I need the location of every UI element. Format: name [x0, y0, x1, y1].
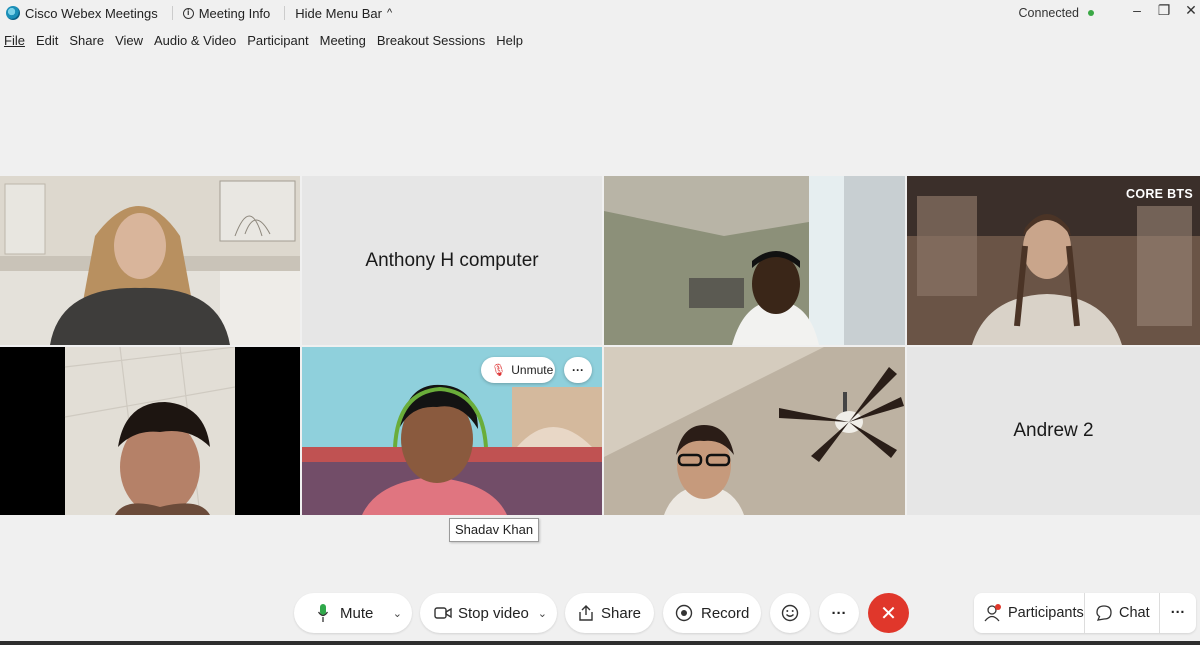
chat-bubble-icon: [1096, 605, 1112, 621]
participant-video-feed: [0, 347, 300, 515]
record-button[interactable]: Record: [663, 593, 761, 633]
participant-name-tooltip: Shadav Khan: [449, 518, 540, 542]
mute-button[interactable]: Mute ⌄: [294, 593, 412, 633]
stop-video-label: Stop video: [458, 604, 529, 622]
minimize-button[interactable]: –: [1127, 2, 1147, 18]
menu-bar: File Edit Share View Audio & Video Parti…: [0, 33, 530, 53]
hide-menu-bar-label: Hide Menu Bar: [295, 5, 382, 21]
participants-button[interactable]: Participants: [974, 604, 1084, 622]
meeting-info-button[interactable]: i Meeting Info: [182, 5, 271, 21]
video-tile-participant-3[interactable]: [604, 176, 905, 345]
menu-help[interactable]: Help: [496, 33, 523, 53]
menu-participant[interactable]: Participant: [247, 33, 308, 53]
video-tile-participant-1[interactable]: [0, 176, 300, 345]
video-tile-shadav[interactable]: 🎙 Unmute ···: [302, 347, 602, 515]
share-label: Share: [601, 604, 642, 622]
menu-edit[interactable]: Edit: [36, 33, 58, 53]
video-tile-participant-4[interactable]: CORE BTS: [907, 176, 1200, 345]
hide-menu-bar-button[interactable]: Hide Menu Bar ^: [295, 6, 392, 21]
status-dot-icon: [1088, 10, 1094, 16]
mute-label: Mute: [340, 604, 374, 622]
chat-label: Chat: [1119, 605, 1150, 621]
record-icon: [675, 604, 693, 622]
connection-status-label: Connected: [1018, 6, 1079, 20]
microphone-icon: [318, 604, 328, 622]
end-meeting-button[interactable]: ✕: [868, 593, 909, 633]
participant-video-feed: [604, 347, 905, 515]
participant-video-feed: [0, 176, 300, 345]
reactions-button[interactable]: [770, 593, 810, 633]
chat-button[interactable]: Chat: [1085, 604, 1159, 622]
close-icon: ✕: [880, 602, 897, 625]
panel-more-button[interactable]: ···: [1160, 605, 1196, 621]
divider: [284, 6, 286, 20]
video-tile-andrew[interactable]: Andrew 2: [907, 347, 1200, 515]
core-bts-watermark: CORE BTS: [1126, 187, 1193, 201]
unmute-button[interactable]: 🎙 Unmute: [481, 357, 555, 383]
more-options-button[interactable]: ···: [819, 593, 859, 633]
webex-logo-icon: [6, 6, 20, 20]
taskbar: [0, 641, 1200, 645]
record-label: Record: [701, 604, 750, 622]
app-title: Cisco Webex Meetings: [25, 5, 158, 21]
menu-file[interactable]: File: [4, 33, 25, 53]
stop-video-button[interactable]: Stop video ⌄: [420, 593, 557, 633]
chevron-up-icon: ^: [386, 7, 393, 19]
video-tile-anthony[interactable]: Anthony H computer: [302, 176, 602, 345]
share-icon: [579, 605, 593, 621]
participant-video-feed: [907, 176, 1200, 345]
participant-name: Andrew 2: [1013, 420, 1094, 441]
video-camera-icon: [434, 607, 452, 619]
tile-more-options-button[interactable]: ···: [564, 357, 592, 383]
muted-microphone-icon: 🎙: [491, 363, 507, 377]
video-tile-participant-7[interactable]: [604, 347, 905, 515]
meeting-info-label: Meeting Info: [198, 5, 271, 21]
menu-view[interactable]: View: [115, 33, 143, 53]
smiley-icon: [781, 604, 799, 622]
info-icon: i: [182, 7, 194, 19]
restore-button[interactable]: ❐: [1154, 2, 1174, 19]
chevron-down-icon[interactable]: ⌄: [393, 607, 402, 620]
participants-icon: [984, 604, 1001, 622]
unmute-label: Unmute: [511, 363, 554, 377]
close-button[interactable]: ✕: [1181, 2, 1200, 19]
share-button[interactable]: Share: [565, 593, 654, 633]
menu-meeting[interactable]: Meeting: [320, 33, 366, 53]
participant-video-feed: [604, 176, 905, 345]
connection-status: Connected: [1019, 6, 1094, 20]
participant-video-feed: [302, 347, 602, 515]
menu-share[interactable]: Share: [69, 33, 104, 53]
chevron-down-icon[interactable]: ⌄: [538, 607, 547, 620]
video-tile-participant-5[interactable]: [0, 347, 300, 515]
participants-label: Participants: [1008, 605, 1084, 621]
divider: [171, 6, 173, 20]
menu-audio-video[interactable]: Audio & Video: [154, 33, 236, 53]
participant-name: Anthony H computer: [365, 249, 539, 271]
panel-toggle-bar: Participants Chat ···: [974, 593, 1196, 633]
menu-breakout-sessions[interactable]: Breakout Sessions: [377, 33, 485, 53]
